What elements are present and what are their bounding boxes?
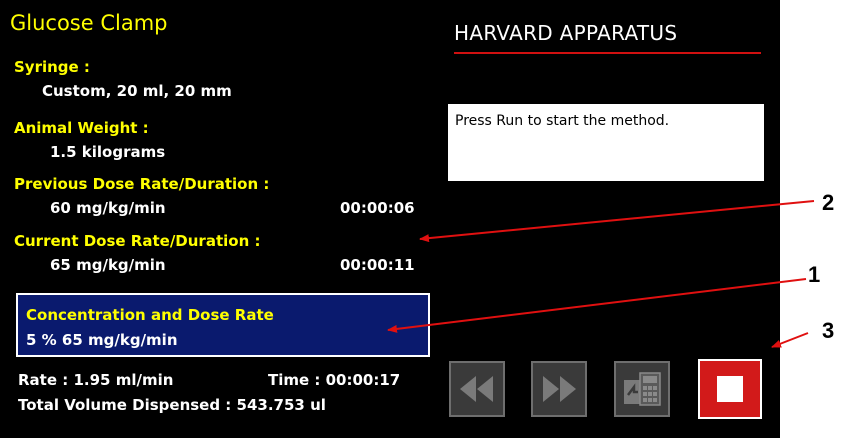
callout-arrow-2 <box>419 200 815 243</box>
callout-arrow-3 <box>771 332 809 348</box>
callout-number-2: 2 <box>822 190 835 215</box>
callout-arrow-1 <box>387 278 807 333</box>
callout-number-3: 3 <box>822 318 835 343</box>
annotation-overlay <box>387 200 815 348</box>
callout-number-1: 1 <box>808 262 821 287</box>
